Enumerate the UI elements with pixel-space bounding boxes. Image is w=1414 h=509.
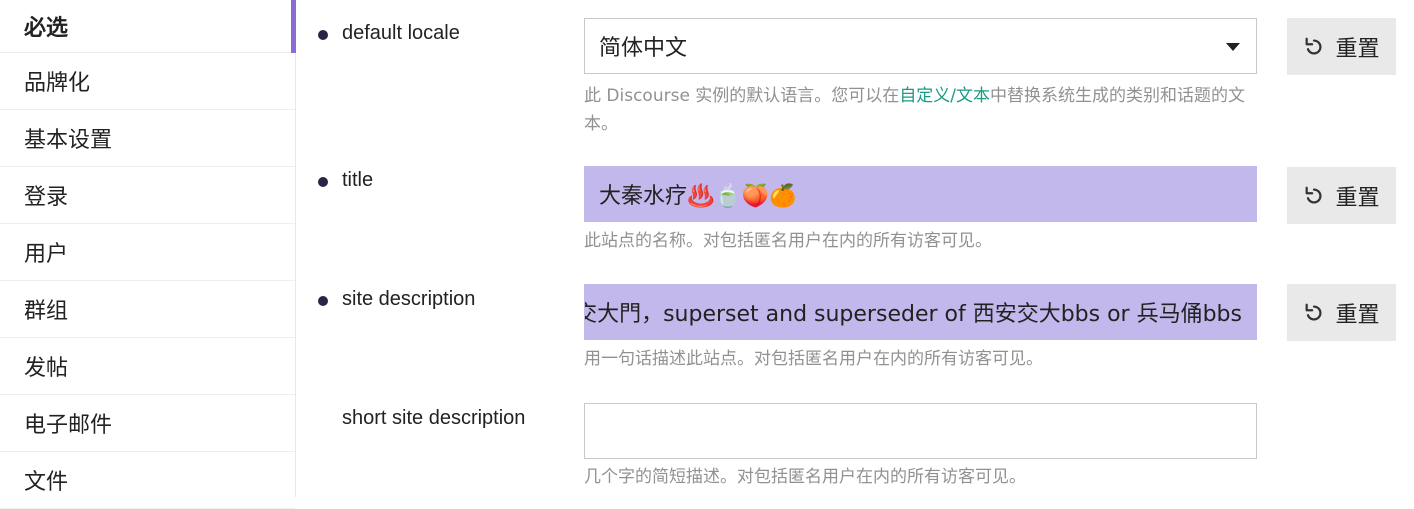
setting-description: 此站点的名称。对包括匿名用户在内的所有访客可见。 — [584, 231, 992, 251]
sidebar-item-label: 群组 — [24, 299, 69, 324]
reset-button[interactable]: 重置 — [1287, 167, 1396, 224]
setting-description: 用一句话描述此站点。对包括匿名用户在内的所有访客可见。 — [584, 349, 1043, 369]
bullet-dot-icon — [318, 296, 328, 306]
sidebar-item-email[interactable]: 电子邮件 — [0, 395, 295, 452]
locale-select[interactable]: 简体中文 — [584, 18, 1257, 74]
undo-icon — [1306, 303, 1322, 321]
site-description-input[interactable]: 交大門，superset and superseder of 西安交大bbs o… — [584, 284, 1257, 340]
locale-select-value: 简体中文 — [599, 36, 688, 61]
site-description-input-value: 交大門，superset and superseder of 西安交大bbs o… — [584, 302, 1242, 327]
caret-down-icon — [1226, 43, 1240, 51]
sidebar-item-files[interactable]: 文件 — [0, 452, 295, 509]
setting-label: default locale — [318, 22, 460, 45]
sidebar-item-label: 登录 — [24, 185, 69, 210]
settings-sidebar: 必选 品牌化 基本设置 登录 用户 群组 发帖 电子邮件 文件 — [0, 0, 296, 509]
sidebar-item-users[interactable]: 用户 — [0, 224, 295, 281]
reset-button[interactable]: 重置 — [1287, 284, 1396, 341]
undo-icon — [1306, 37, 1322, 55]
sidebar-item-posting[interactable]: 发帖 — [0, 338, 295, 395]
sidebar-item-label: 电子邮件 — [24, 413, 113, 438]
sidebar-item-label: 品牌化 — [24, 71, 91, 96]
short-site-description-input[interactable] — [584, 403, 1257, 459]
setting-description: 此 Discourse 实例的默认语言。您可以在自定义/文本中替换系统生成的类别… — [584, 86, 1246, 134]
sidebar-item-login[interactable]: 登录 — [0, 167, 295, 224]
setting-default-locale: default locale 简体中文 此 Discourse 实例的默认语言。… — [296, 0, 1414, 145]
sidebar-item-label: 用户 — [24, 242, 69, 267]
sidebar-item-label: 发帖 — [24, 356, 69, 381]
sidebar-item-branding[interactable]: 品牌化 — [0, 53, 295, 110]
sidebar-item-label: 基本设置 — [24, 128, 113, 153]
sidebar-item-label: 必选 — [24, 16, 69, 41]
bullet-dot-icon — [318, 177, 328, 187]
setting-title: title 大秦水疗♨️🍵🍑🍊 此站点的名称。对包括匿名用户在内的所有访客可见。… — [296, 145, 1414, 263]
reset-button[interactable]: 重置 — [1287, 18, 1396, 75]
sidebar-item-groups[interactable]: 群组 — [0, 281, 295, 338]
setting-label: short site description — [342, 407, 526, 429]
setting-site-description: site description 交大門，superset and supers… — [296, 263, 1414, 383]
setting-label: site description — [318, 288, 475, 311]
title-input-value: 大秦水疗♨️🍵🍑🍊 — [599, 184, 797, 209]
setting-label: title — [318, 169, 373, 192]
bullet-dot-icon — [318, 30, 328, 40]
setting-short-site-description: short site description 几个字的简短描述。对包括匿名用户在… — [296, 383, 1414, 497]
title-input[interactable]: 大秦水疗♨️🍵🍑🍊 — [584, 166, 1257, 222]
sidebar-item-basic-setup[interactable]: 基本设置 — [0, 110, 295, 167]
setting-description: 几个字的简短描述。对包括匿名用户在内的所有访客可见。 — [584, 467, 1026, 487]
customize-text-link[interactable]: 自定义/文本 — [899, 86, 990, 106]
undo-icon — [1306, 186, 1322, 204]
sidebar-item-required[interactable]: 必选 — [0, 0, 296, 53]
sidebar-item-label: 文件 — [24, 470, 69, 495]
